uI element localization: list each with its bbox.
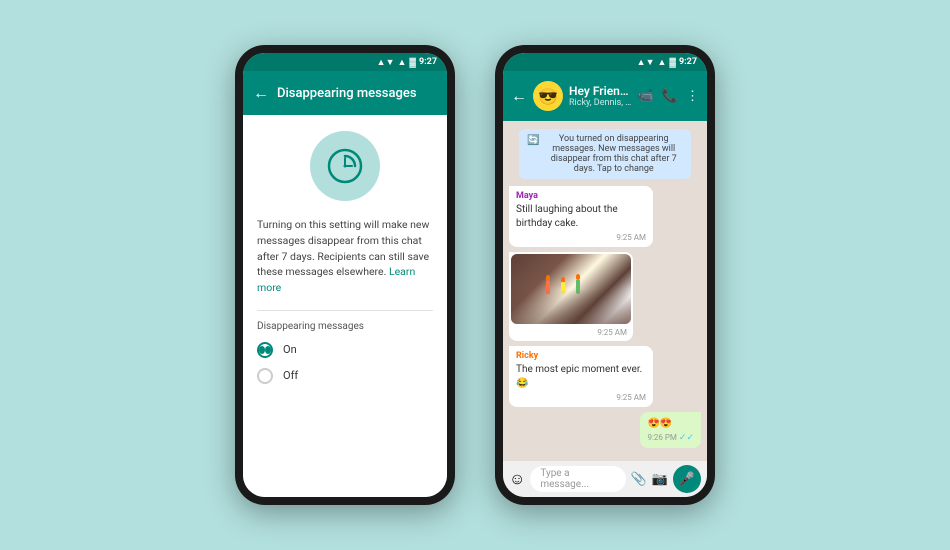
phone-2: ▲▼ ▲ ▓ 9:27 ← 😎 Hey Friends Ricky, Denni…	[495, 45, 715, 505]
signal-icon: ▲▼	[377, 57, 395, 68]
radio-circle-on	[257, 342, 273, 358]
more-options-icon[interactable]: ⋮	[686, 89, 699, 104]
message-time-maya: 9:25 AM	[516, 233, 646, 242]
message-input[interactable]: Type a message...	[530, 466, 625, 492]
battery-icon: ▓	[409, 57, 416, 68]
status-bar-2: ▲▼ ▲ ▓ 9:27	[503, 53, 707, 71]
info-icon: 🔄	[527, 135, 539, 146]
emoji-button[interactable]: ☺	[509, 469, 525, 489]
chat-header: ← 😎 Hey Friends Ricky, Dennis, Maya... 📹…	[503, 71, 707, 121]
message-text-ricky: The most epic moment ever.😂	[516, 363, 646, 391]
battery-icon-2: ▓	[669, 57, 676, 68]
status-bar-1: ▲▼ ▲ ▓ 9:27	[243, 53, 447, 71]
chat-body: 🔄 You turned on disappearing messages. N…	[503, 121, 707, 461]
chat-input-bar: ☺ Type a message... 📎 📷 🎤	[503, 461, 707, 497]
attach-icon[interactable]: 📎	[631, 472, 647, 487]
description-text: Turning on this setting will make new me…	[257, 217, 433, 296]
settings-header: ← Disappearing messages	[243, 71, 447, 115]
message-time-ricky: 9:25 AM	[516, 393, 646, 402]
signal-icon-2: ▲▼	[637, 57, 655, 68]
message-ricky: Ricky The most epic moment ever.😂 9:25 A…	[509, 346, 653, 407]
wifi-icon: ▲	[397, 57, 406, 68]
camera-icon[interactable]: 📷	[652, 472, 668, 487]
candle-3	[576, 279, 580, 294]
radio-label-off: Off	[283, 369, 298, 382]
cake-image	[511, 254, 631, 324]
mic-button[interactable]: 🎤	[673, 465, 701, 493]
candle-2	[561, 282, 565, 294]
flame-3	[576, 274, 580, 279]
image-message[interactable]: 9:25 AM	[509, 252, 633, 341]
system-message[interactable]: 🔄 You turned on disappearing messages. N…	[519, 129, 691, 179]
sender-name-ricky: Ricky	[516, 351, 646, 361]
chat-back-button[interactable]: ←	[511, 86, 527, 106]
flame-2	[561, 277, 565, 282]
settings-body: Turning on this setting will make new me…	[243, 115, 447, 497]
mic-icon: 🎤	[679, 472, 695, 487]
radio-off[interactable]: Off	[257, 368, 298, 384]
message-text-maya: Still laughing about the birthday cake.	[516, 203, 646, 231]
message-text-outgoing: 😍😍	[647, 417, 694, 431]
page-title: Disappearing messages	[277, 86, 417, 101]
status-time-2: 9:27	[679, 57, 697, 67]
phone-1: ▲▼ ▲ ▓ 9:27 ← Disappearing messages	[235, 45, 455, 505]
divider	[257, 310, 433, 311]
message-time-outgoing: 9:26 PM ✓✓	[647, 433, 694, 443]
radio-label-on: On	[283, 343, 297, 356]
back-button[interactable]: ←	[253, 83, 269, 103]
message-maya: Maya Still laughing about the birthday c…	[509, 186, 653, 247]
message-placeholder: Type a message...	[540, 468, 615, 490]
group-avatar: 😎	[533, 81, 563, 111]
wifi-icon-2: ▲	[657, 57, 666, 68]
message-outgoing: 😍😍 9:26 PM ✓✓	[640, 412, 701, 448]
clock-icon	[325, 146, 365, 186]
group-name: Hey Friends	[569, 84, 632, 98]
radio-on[interactable]: On	[257, 342, 297, 358]
video-call-icon[interactable]: 📹	[638, 89, 654, 104]
image-time: 9:25 AM	[511, 326, 631, 339]
clock-icon-container	[310, 131, 380, 201]
system-message-text: You turned on disappearing messages. New…	[544, 134, 683, 174]
chat-info[interactable]: Hey Friends Ricky, Dennis, Maya...	[569, 84, 632, 108]
sender-name-maya: Maya	[516, 191, 646, 201]
status-time-1: 9:27	[419, 57, 437, 67]
group-members: Ricky, Dennis, Maya...	[569, 98, 632, 108]
tick-icon: ✓✓	[679, 433, 694, 443]
candle-1	[546, 280, 550, 294]
phone-call-icon[interactable]: 📞	[662, 89, 678, 104]
radio-circle-off	[257, 368, 273, 384]
chat-header-icons: 📹 📞 ⋮	[638, 89, 699, 104]
flame-1	[546, 275, 550, 280]
section-label: Disappearing messages	[257, 321, 364, 332]
